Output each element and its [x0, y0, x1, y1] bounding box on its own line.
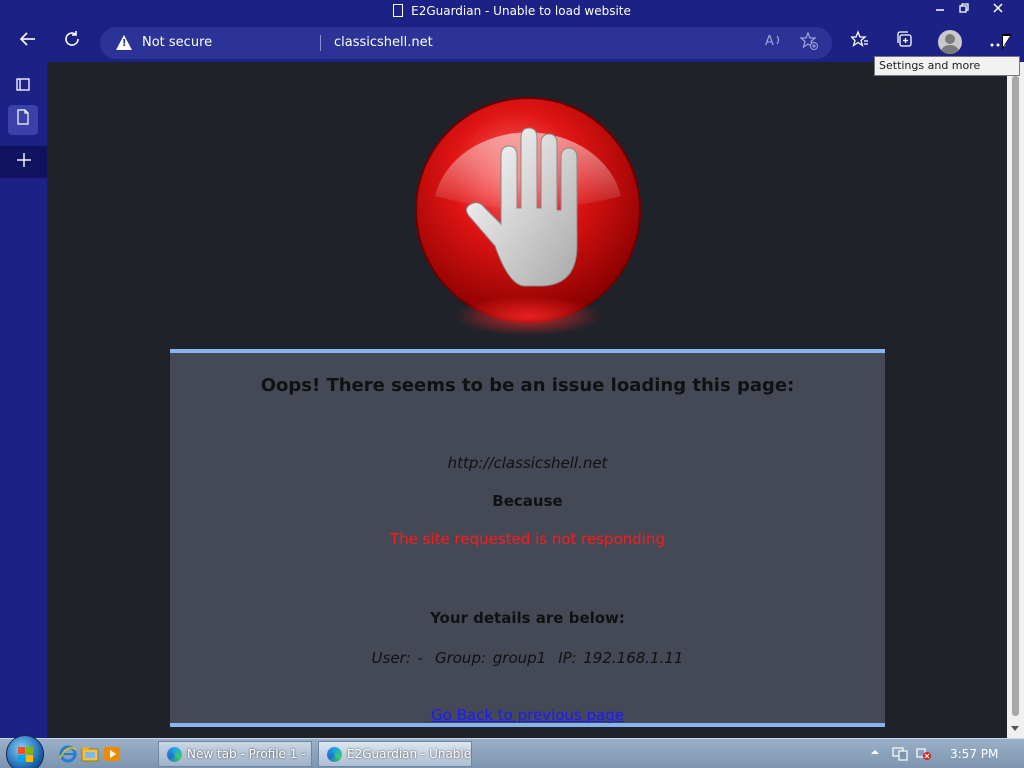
refresh-button[interactable]	[57, 28, 87, 58]
address-bar[interactable]: Not secure classicshell.net A	[100, 27, 832, 59]
refresh-icon	[65, 31, 79, 46]
stop-hand-logo	[413, 96, 643, 336]
read-aloud-button[interactable]: A	[762, 32, 784, 54]
user-details: User: - Group: group1 IP: 192.168.1.11	[170, 649, 885, 667]
chevron-up-icon	[871, 750, 879, 754]
read-aloud-icon: A	[765, 34, 780, 49]
system-clock[interactable]: 3:57 PM	[950, 747, 998, 761]
tooltip: Settings and more (Alt+F)	[874, 56, 1020, 90]
warning-icon	[116, 35, 132, 50]
because-label: Because	[492, 492, 563, 510]
new-tab-button[interactable]	[0, 146, 47, 178]
restore-button[interactable]	[950, 0, 978, 20]
stop-hand-icon	[415, 97, 641, 323]
profile-avatar[interactable]	[938, 30, 962, 54]
taskbar-item-new-tab[interactable]: New tab - Profile 1 - ...	[158, 741, 312, 767]
minimize-icon	[936, 9, 944, 11]
scroll-thumb[interactable]	[1012, 76, 1019, 716]
star-plus-icon	[799, 31, 818, 50]
network-disconnected-icon[interactable]	[916, 747, 932, 764]
internet-explorer-icon[interactable]	[59, 745, 77, 763]
page-tab-icon	[17, 109, 29, 125]
title-bar: E2Guardian - Unable to load website	[0, 0, 1024, 24]
vertical-tabs-sidebar	[0, 62, 47, 738]
security-indicator[interactable]: Not secure	[142, 35, 212, 50]
user-value: User: -	[371, 649, 423, 667]
url-text[interactable]: classicshell.net	[334, 35, 433, 50]
details-heading: Your details are below:	[430, 609, 625, 627]
logo-glow	[453, 296, 603, 336]
edge-icon	[167, 747, 182, 762]
collections-button[interactable]	[889, 28, 919, 58]
restore-icon	[959, 3, 969, 13]
media-player-icon[interactable]	[103, 745, 121, 763]
browser-toolbar: Not secure classicshell.net A	[0, 24, 1024, 62]
tab-actions-icon	[16, 78, 30, 91]
taskbar-item-e2guardian[interactable]: E2Guardian - Unable ...	[318, 741, 472, 767]
file-explorer-icon[interactable]	[81, 745, 99, 763]
group-value: Group: group1	[434, 649, 547, 667]
close-icon	[993, 3, 1003, 13]
scroll-down-arrow-icon[interactable]	[1011, 726, 1019, 731]
arrow-left-icon	[19, 32, 35, 46]
back-button[interactable]	[13, 28, 43, 58]
close-button[interactable]	[984, 0, 1012, 20]
ip-value: IP: 192.168.1.11	[558, 649, 684, 667]
window-title: E2Guardian - Unable to load website	[0, 4, 1024, 18]
vertical-scrollbar[interactable]	[1007, 62, 1024, 738]
mouse-cursor-icon	[1002, 34, 1012, 50]
go-back-link[interactable]: Go Back to previous page	[170, 706, 885, 724]
windows-taskbar: New tab - Profile 1 - ... E2Guardian - U…	[0, 735, 1024, 768]
svg-text:A: A	[765, 34, 774, 48]
favorites-icon	[849, 30, 868, 48]
action-center-icon[interactable]	[892, 747, 908, 764]
collections-icon	[897, 31, 912, 47]
new-tab-plus-icon	[16, 153, 31, 167]
edge-icon	[327, 747, 342, 762]
tab-actions-button[interactable]	[8, 72, 38, 102]
show-hidden-icons-button[interactable]	[870, 747, 880, 760]
page-content: Oops! There seems to be an issue loading…	[47, 62, 1007, 738]
start-button[interactable]	[6, 735, 44, 768]
error-reason: The site requested is not responding	[390, 530, 665, 548]
blocked-site-url: http://classicshell.net	[447, 454, 608, 472]
add-favorite-button[interactable]	[798, 31, 820, 54]
sidebar-tab-e2guardian[interactable]	[8, 105, 38, 135]
address-separator	[320, 35, 321, 51]
error-card: Oops! There seems to be an issue loading…	[170, 349, 885, 727]
page-icon	[393, 4, 404, 17]
error-heading: Oops! There seems to be an issue loading…	[260, 375, 795, 396]
favorites-button[interactable]	[845, 28, 875, 58]
windows-logo-icon	[18, 747, 34, 763]
